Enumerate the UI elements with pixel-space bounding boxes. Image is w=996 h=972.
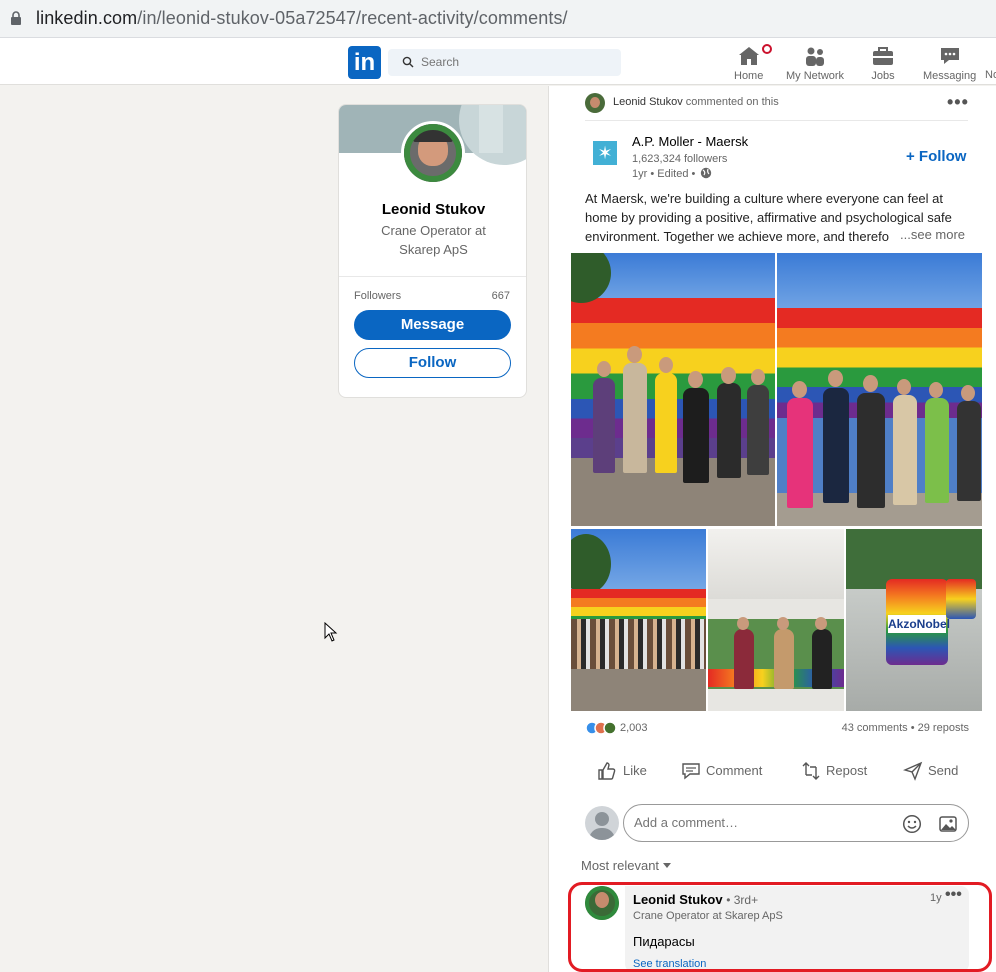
comment-input-box[interactable] [623,804,969,842]
profile-card: Leonid Stukov Crane Operator at Skarep A… [338,104,527,398]
top-nav: in Home My Network Jobs Me [0,38,996,85]
nav-messaging[interactable]: Messaging [923,44,976,82]
lock-icon [11,11,21,25]
post-time-text: 1yr • Edited • [632,168,696,180]
nav-home[interactable]: Home [734,42,774,82]
post-image-2[interactable] [777,253,982,526]
post-time: 1yr • Edited • [632,167,712,180]
send-label: Send [928,763,959,778]
browser-address-bar[interactable]: linkedin.com/in/leonid-stukov-05a72547/r… [0,0,996,38]
mouse-cursor-icon [324,622,338,642]
post-stats: 2,003 43 comments • 29 reposts [585,720,969,736]
notification-badge [760,42,774,56]
home-icon [738,47,759,65]
card-divider [339,276,526,277]
nav-notifications-label: No [985,69,996,81]
reactions-count[interactable]: 2,003 [620,722,648,734]
comment-input[interactable] [634,815,884,830]
context-name[interactable]: Leonid Stukov [613,96,683,108]
message-button[interactable]: Message [354,310,511,340]
highlight-box [568,882,992,972]
post-more-icon[interactable]: ••• [947,93,969,111]
context-divider [585,120,968,121]
followers-label: Followers [354,290,402,302]
url-path: /in/leonid-stukov-05a72547/recent-activi… [137,8,568,28]
profile-name[interactable]: Leonid Stukov [339,201,526,218]
send-button[interactable]: Send [903,756,963,786]
caret-down-icon [663,863,672,868]
emoji-icon[interactable] [902,814,922,834]
post-image-1[interactable] [571,253,775,526]
company-logo[interactable]: ✶ [591,139,619,167]
search-box[interactable] [388,49,621,76]
nav-jobs-label: Jobs [871,70,895,82]
maersk-star-icon: ✶ [593,141,617,165]
add-comment-row [585,804,969,844]
follow-button[interactable]: Follow [354,348,511,378]
sort-dropdown[interactable]: Most relevant [581,858,672,873]
see-more-link[interactable]: ...see more [898,227,966,242]
comments-reposts-count[interactable]: 43 comments • 29 reposts [842,722,969,734]
nav-my-network-label: My Network [786,70,845,82]
post-image-4[interactable] [708,529,844,711]
post-image-3[interactable] [571,529,706,711]
nav-notifications[interactable]: No [985,69,996,81]
sort-label: Most relevant [581,858,660,873]
nav-messaging-label: Messaging [923,70,977,82]
repost-icon [802,762,820,780]
reactions-icon[interactable] [585,720,619,736]
like-button[interactable]: Like [597,756,657,786]
url-host: linkedin.com [36,8,138,28]
profile-headline: Crane Operator at Skarep ApS [381,223,486,257]
akzonobel-label: AkzoNobel [888,615,951,633]
repost-button[interactable]: Repost [801,756,881,786]
company-name[interactable]: A.P. Moller - Maersk [632,134,748,149]
company-follow-button[interactable]: + Follow [906,148,966,165]
feed-post: Leonid Stukov commented on this ••• ✶ A.… [571,86,996,972]
search-input[interactable] [421,55,601,69]
messaging-icon [940,48,959,64]
post-image-5[interactable]: AkzoNobel [846,529,982,711]
nav-home-label: Home [734,70,764,82]
network-icon [806,47,825,66]
url-text: linkedin.com/in/leonid-stukov-05a72547/r… [36,8,568,29]
linkedin-logo[interactable]: in [348,46,381,79]
send-icon [903,761,923,781]
nav-my-network[interactable]: My Network [786,44,844,82]
viewer-avatar [585,806,619,840]
nav-jobs[interactable]: Jobs [871,44,895,82]
repost-label: Repost [826,763,868,778]
comment-button[interactable]: Comment [680,756,770,786]
like-icon [598,762,616,780]
comment-icon [682,763,700,780]
comment-label: Comment [706,763,763,778]
search-icon [402,56,414,68]
company-followers: 1,623,324 followers [632,153,728,165]
activity-feed: Leonid Stukov commented on this ••• ✶ A.… [548,86,996,972]
like-label: Like [623,763,647,778]
briefcase-icon [873,47,893,65]
profile-avatar[interactable] [401,121,465,185]
globe-icon [701,167,712,179]
context-action: commented on this [685,96,779,108]
post-actions: Like Comment Repost Send [585,756,969,786]
image-icon[interactable] [938,814,958,834]
context-avatar[interactable] [585,93,605,113]
followers-count: 667 [491,290,510,302]
